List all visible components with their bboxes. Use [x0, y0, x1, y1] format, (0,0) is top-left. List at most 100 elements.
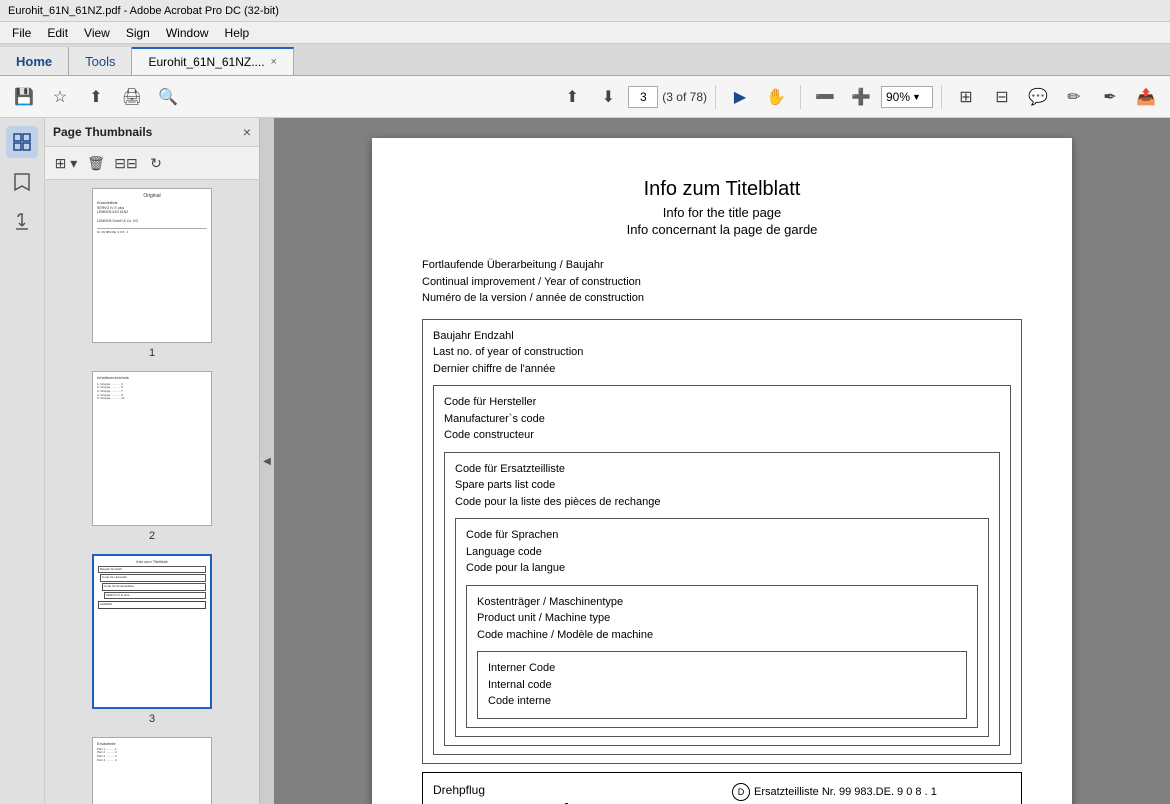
comment-button[interactable]: 💬 [1022, 82, 1054, 112]
section-3-de: Code für Ersatzteilliste [455, 461, 989, 478]
next-page-button[interactable]: ⬇ [592, 82, 624, 112]
section-2-en: Manufacturer`s code [444, 411, 1000, 428]
section-0-en: Continual improvement / Year of construc… [422, 274, 1022, 291]
zoom-out-button[interactable]: ➖ [809, 82, 841, 112]
panel-icon-thumbnails[interactable] [6, 126, 38, 158]
pdf-subtitle-2: Info concernant la page de garde [422, 222, 1022, 237]
title-bar: Eurohit_61N_61NZ.pdf - Adobe Acrobat Pro… [0, 0, 1170, 22]
thumbnails-header: Page Thumbnails × [45, 118, 259, 147]
circle-text-D: Ersatzteilliste Nr. 99 983.DE. 9 0 8 . 1 [754, 786, 937, 798]
tab-bar: Home Tools Eurohit_61N_61NZ.... × [0, 44, 1170, 76]
section-5-de: Kostenträger / Maschinentype [477, 594, 967, 611]
zoom-dropdown-icon[interactable]: ▼ [912, 92, 921, 102]
export-button[interactable]: 📤 [1130, 82, 1162, 112]
tab-home[interactable]: Home [0, 47, 69, 75]
draw-button[interactable]: ✒ [1094, 82, 1126, 112]
section-3-en: Spare parts list code [455, 477, 989, 494]
section-1-de: Baujahr Endzahl [433, 328, 1011, 345]
pdf-title: Info zum Titelblatt [422, 178, 1022, 201]
circle-label-D: D [732, 783, 750, 801]
tab-doc-label: Eurohit_61N_61NZ.... [148, 55, 264, 69]
section-1-en: Last no. of year of construction [433, 344, 1011, 361]
page-navigation: ⬆ ⬇ 3 (3 of 78) [556, 82, 707, 112]
main-area: Page Thumbnails × ⊞ ▾ 🗑 ⊟⊟ ↻ Original Er… [0, 118, 1170, 804]
page-total: (3 of 78) [662, 90, 707, 104]
product-labels: D Ersatzteilliste Nr. 99 983.DE. 9 0 8 .… [732, 783, 1011, 804]
menu-bar: File Edit View Sign Window Help [0, 22, 1170, 44]
thumbnail-page-3[interactable]: Info zum Titelblatt Baujahr Endzahl Code… [53, 554, 251, 725]
product-info: Drehpflug SERVO IV E plus (Masch.Nr. + .… [433, 783, 712, 804]
section-3-fr: Code pour la liste des pièces de rechang… [455, 494, 989, 511]
section-2-de: Code für Hersteller [444, 394, 1000, 411]
thumbnail-toolbar: ⊞ ▾ 🗑 ⊟⊟ ↻ [45, 147, 259, 180]
search-button[interactable]: 🔍 [152, 82, 184, 112]
page-number-input[interactable]: 3 [628, 86, 658, 108]
section-6-en: Internal code [488, 677, 956, 694]
zoom-level[interactable]: 90% ▼ [881, 86, 933, 108]
panel-icon-attachments[interactable] [6, 206, 38, 238]
product-type: Drehpflug [433, 783, 712, 797]
menu-window[interactable]: Window [158, 24, 217, 42]
section-5-en: Product unit / Machine type [477, 610, 967, 627]
thumbnail-img-3: Info zum Titelblatt Baujahr Endzahl Code… [92, 554, 212, 709]
tab-tools-label: Tools [85, 54, 115, 69]
toolbar: 💾 ☆ ⬆ 🖨 🔍 ⬆ ⬇ 3 (3 of 78) ▶ ✋ ➖ ➕ 90% ▼ … [0, 76, 1170, 118]
thumbnail-number-3: 3 [149, 713, 155, 725]
highlight-button[interactable]: ✏ [1058, 82, 1090, 112]
menu-view[interactable]: View [76, 24, 118, 42]
thumbnails-panel: Page Thumbnails × ⊞ ▾ 🗑 ⊟⊟ ↻ Original Er… [45, 118, 260, 804]
zoom-value: 90% [886, 90, 910, 104]
thumbnail-img-1: Original ErsatzteillisteSERVO IV E plusL… [92, 188, 212, 343]
thumbnail-page-1[interactable]: Original ErsatzteillisteSERVO IV E plusL… [53, 188, 251, 359]
thumbnails-list: Original ErsatzteillisteSERVO IV E plusL… [45, 180, 259, 804]
zoom-in-button[interactable]: ➕ [845, 82, 877, 112]
menu-file[interactable]: File [4, 24, 39, 42]
thumb-delete-btn[interactable]: 🗑 [83, 151, 109, 175]
separator-2 [800, 85, 801, 109]
select-tool-button[interactable]: ▶ [724, 82, 756, 112]
section-2-fr: Code constructeur [444, 427, 1000, 444]
section-4-de: Code für Sprachen [466, 527, 978, 544]
bookmark-button[interactable]: ☆ [44, 82, 76, 112]
pdf-page: Info zum Titelblatt Info for the title p… [372, 138, 1072, 804]
menu-sign[interactable]: Sign [118, 24, 158, 42]
tools-button-2[interactable]: ⊟ [986, 82, 1018, 112]
section-5-fr: Code machine / Modèle de machine [477, 627, 967, 644]
tab-close-btn[interactable]: × [271, 56, 277, 68]
section-1-fr: Dernier chiffre de l'année [433, 361, 1011, 378]
section-4-en: Language code [466, 544, 978, 561]
thumbnail-number-2: 2 [149, 530, 155, 542]
tools-button-1[interactable]: ⊞ [950, 82, 982, 112]
thumb-rotate-btn[interactable]: ↻ [143, 151, 169, 175]
tab-home-label: Home [16, 54, 52, 69]
product-name: SERVO IV E plus [433, 801, 712, 804]
product-box: Drehpflug SERVO IV E plus (Masch.Nr. + .… [422, 772, 1022, 804]
print-button[interactable]: 🖨 [116, 82, 148, 112]
section-4-fr: Code pour la langue [466, 560, 978, 577]
section-0-fr: Numéro de la version / année de construc… [422, 290, 1022, 307]
thumbnails-close-btn[interactable]: × [243, 124, 251, 140]
separator-1 [715, 85, 716, 109]
tab-tools[interactable]: Tools [69, 47, 132, 75]
thumbnail-page-2[interactable]: Inhaltsverzeichnis 1. Gruppe ...........… [53, 371, 251, 542]
collapse-panel-btn[interactable]: ◀ [260, 118, 274, 804]
share-button[interactable]: ⬆ [80, 82, 112, 112]
thumbnail-img-4: Ersatzteile Part 1 .......... 1 Part 2 .… [92, 737, 212, 804]
prev-page-button[interactable]: ⬆ [556, 82, 588, 112]
thumbnail-img-2: Inhaltsverzeichnis 1. Gruppe ...........… [92, 371, 212, 526]
title-text: Eurohit_61N_61NZ.pdf - Adobe Acrobat Pro… [8, 5, 279, 17]
section-6-fr: Code interne [488, 693, 956, 710]
pdf-subtitle-1: Info for the title page [422, 205, 1022, 220]
tab-doc[interactable]: Eurohit_61N_61NZ.... × [132, 47, 294, 75]
separator-3 [941, 85, 942, 109]
thumb-add-btn[interactable]: ⊞ ▾ [53, 151, 79, 175]
menu-edit[interactable]: Edit [39, 24, 76, 42]
menu-help[interactable]: Help [217, 24, 258, 42]
panel-icon-bookmarks[interactable] [6, 166, 38, 198]
save-button[interactable]: 💾 [8, 82, 40, 112]
thumb-extract-btn[interactable]: ⊟⊟ [113, 151, 139, 175]
pdf-viewer-area: Info zum Titelblatt Info for the title p… [274, 118, 1170, 804]
thumbnail-page-4[interactable]: Ersatzteile Part 1 .......... 1 Part 2 .… [53, 737, 251, 804]
hand-tool-button[interactable]: ✋ [760, 82, 792, 112]
thumbnails-title: Page Thumbnails [53, 125, 243, 139]
